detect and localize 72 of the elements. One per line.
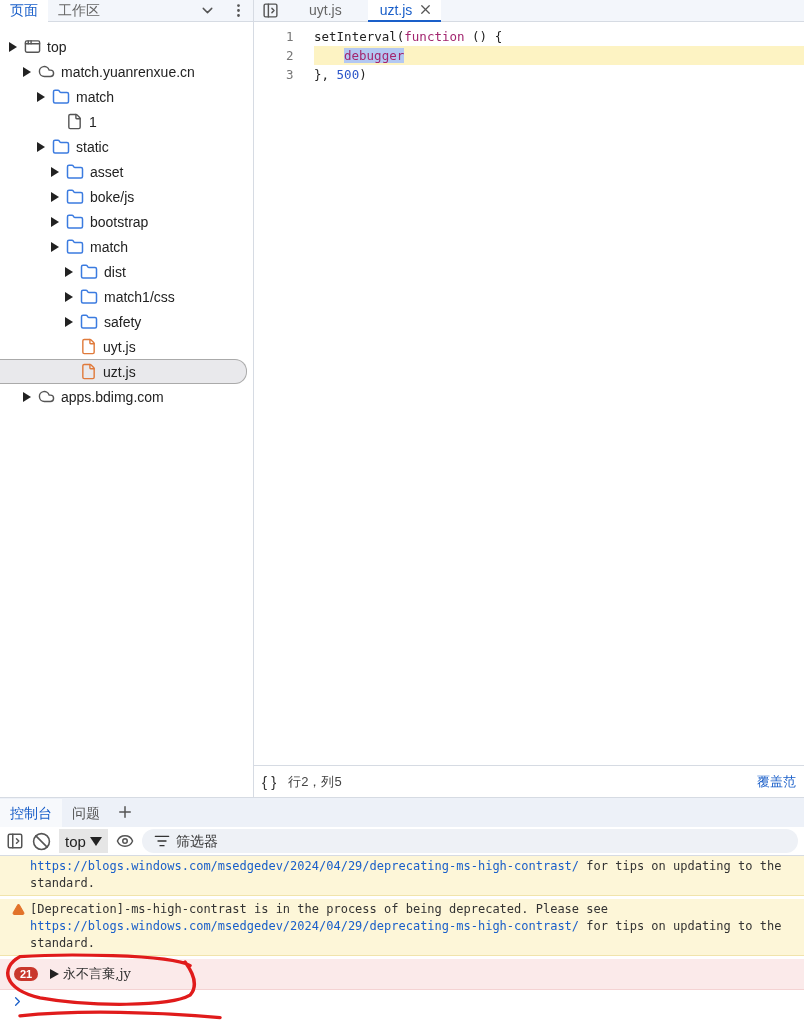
tree-item[interactable]: 1 <box>0 109 247 134</box>
filter-field[interactable]: 筛选器 <box>141 829 798 853</box>
eye-icon[interactable] <box>115 832 134 850</box>
drawer-tab[interactable]: 控制台 <box>0 799 62 827</box>
folder-icon <box>80 312 98 331</box>
code-line: setInterval(function () { <box>314 28 504 46</box>
file-icon <box>80 338 97 355</box>
sidebar-toggle-icon[interactable] <box>262 2 279 19</box>
expand-arrow-icon[interactable] <box>64 266 73 277</box>
folder-icon <box>80 287 98 306</box>
drawer-tab[interactable]: 问题 <box>62 799 110 827</box>
expand-arrow-icon[interactable] <box>50 969 60 979</box>
message-text: https://blogs.windows.com/msedgedev/2024/04/29/deprecating-ms-high-contrast/ for tips on updating to the standard. <box>30 858 783 892</box>
code-line: }, 500) <box>314 66 368 84</box>
tree-item[interactable]: match1/css <box>0 284 247 309</box>
tree-item[interactable]: match <box>0 84 247 109</box>
tree-item[interactable]: static <box>0 134 247 159</box>
folder-icon <box>80 262 98 281</box>
expand-arrow-icon[interactable] <box>8 41 17 52</box>
message-link[interactable]: https://blogs.windows.com/msedgedev/2024/04/29/deprecating-ms-high-contrast/ <box>30 919 580 933</box>
message-text: [Deprecation]-ms-high-contrast is in the process of being deprecated. Please see https://blogs.windows.com/msedgedev/2024/04/29/deprecating-ms-high-contrast/ for tips on updating to the standard. <box>30 901 783 952</box>
file-icon <box>80 363 97 380</box>
tree-item[interactable]: match <box>0 234 247 259</box>
expand-arrow-icon[interactable] <box>64 291 73 302</box>
panel-tab[interactable]: 页面 <box>0 0 48 22</box>
panel-tab[interactable]: 工作区 <box>48 0 110 22</box>
message-link[interactable]: https://blogs.windows.com/msedgedev/2024/04/29/deprecating-ms-high-contrast/ <box>30 859 580 873</box>
clear-icon[interactable] <box>32 831 51 851</box>
expand-arrow-icon[interactable] <box>50 241 59 252</box>
tree-item[interactable]: apps.bdimg.com <box>0 384 247 409</box>
expand-arrow-icon[interactable] <box>22 391 31 402</box>
expand-arrow-icon[interactable] <box>50 166 59 177</box>
folder-icon <box>66 187 84 206</box>
tree-item[interactable]: boke/js <box>0 184 247 209</box>
caret-icon <box>89 836 102 846</box>
tree-item[interactable]: safety <box>0 309 247 334</box>
tree-item[interactable]: uzt.js <box>0 359 247 384</box>
cursor-position: 行2，列5 <box>288 772 342 791</box>
tree-item[interactable]: dist <box>0 259 247 284</box>
expand-arrow-icon[interactable] <box>64 316 73 327</box>
sidebar-toggle-icon[interactable] <box>6 832 24 850</box>
tree-item[interactable]: asset <box>0 159 247 184</box>
folder-icon <box>52 87 70 106</box>
folder-icon <box>52 137 70 156</box>
context-dropdown[interactable]: top <box>59 829 108 853</box>
window-icon <box>24 38 41 55</box>
count-badge: 21 <box>14 967 39 981</box>
format-button[interactable]: { } <box>262 773 277 790</box>
expand-arrow-icon[interactable] <box>36 91 45 102</box>
plus-icon[interactable] <box>116 803 134 821</box>
cloud-icon <box>38 388 55 405</box>
line-number: 1 <box>285 28 295 46</box>
folder-icon <box>66 162 84 181</box>
filter-icon <box>153 833 170 849</box>
expand-arrow-icon[interactable] <box>36 141 45 152</box>
expand-arrow-icon[interactable] <box>50 216 59 227</box>
expand-arrow-icon[interactable] <box>22 66 31 77</box>
tree-item[interactable]: top <box>0 34 247 59</box>
tree-item[interactable]: bootstrap <box>0 209 247 234</box>
error-text: 永不言棄,jy <box>63 965 131 983</box>
tree-item[interactable]: uyt.js <box>0 334 247 359</box>
line-number: 3 <box>285 66 295 84</box>
expand-arrow-icon[interactable] <box>50 191 59 202</box>
file-tab[interactable]: uyt.js <box>297 0 350 22</box>
file-tab[interactable]: uzt.js <box>367 0 442 22</box>
file-icon <box>66 113 83 130</box>
coverage-link[interactable]: 覆盖范 <box>757 772 796 791</box>
folder-icon <box>66 212 84 231</box>
folder-icon <box>66 237 84 256</box>
cloud-icon <box>38 63 55 80</box>
line-number: 2 <box>285 47 295 65</box>
tree-item[interactable]: match.yuanrenxue.cn <box>0 59 247 84</box>
